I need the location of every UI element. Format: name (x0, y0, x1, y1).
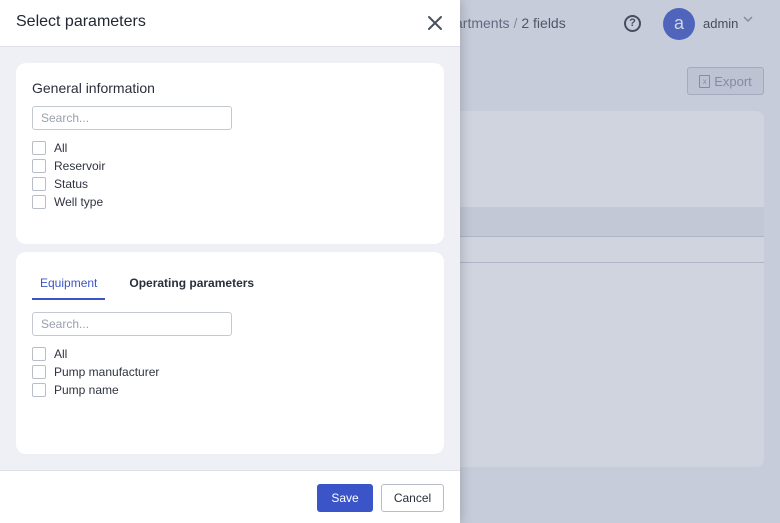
checkbox-well-type[interactable]: Well type (32, 193, 105, 211)
checkbox-icon[interactable] (32, 177, 46, 191)
general-information-card: General information All Reservoir Status… (16, 63, 444, 244)
equipment-card: Equipment Operating parameters All Pump … (16, 252, 444, 454)
close-icon[interactable] (426, 14, 444, 32)
parameter-tabs: Equipment Operating parameters (32, 272, 262, 300)
checkbox-label: All (54, 141, 68, 155)
checkbox-icon[interactable] (32, 141, 46, 155)
checkbox-label: Pump name (54, 383, 119, 397)
equipment-search-input[interactable] (32, 312, 232, 336)
save-button[interactable]: Save (317, 484, 373, 512)
cancel-button[interactable]: Cancel (381, 484, 444, 512)
checkbox-reservoir[interactable]: Reservoir (32, 157, 105, 175)
tab-operating-parameters[interactable]: Operating parameters (121, 272, 262, 300)
modal-header: Select parameters (0, 0, 460, 47)
checkbox-all[interactable]: All (32, 139, 105, 157)
checkbox-label: Pump manufacturer (54, 365, 160, 379)
modal-footer: Save Cancel (0, 470, 460, 523)
checkbox-icon[interactable] (32, 159, 46, 173)
equipment-checklist: All Pump manufacturer Pump name (32, 345, 159, 399)
section-title-general: General information (32, 80, 155, 96)
checkbox-label: Well type (54, 195, 104, 209)
checkbox-pump-name[interactable]: Pump name (32, 381, 159, 399)
modal-title: Select parameters (16, 13, 146, 30)
general-checklist: All Reservoir Status Well type (32, 139, 105, 211)
checkbox-label: Reservoir (54, 159, 106, 173)
checkbox-icon[interactable] (32, 365, 46, 379)
checkbox-all[interactable]: All (32, 345, 159, 363)
tab-equipment[interactable]: Equipment (32, 272, 106, 300)
checkbox-pump-manufacturer[interactable]: Pump manufacturer (32, 363, 159, 381)
checkbox-icon[interactable] (32, 347, 46, 361)
general-search-input[interactable] (32, 106, 232, 130)
checkbox-status[interactable]: Status (32, 175, 105, 193)
select-parameters-modal: Select parameters General information Al… (0, 0, 460, 523)
checkbox-icon[interactable] (32, 195, 46, 209)
checkbox-label: Status (54, 177, 89, 191)
checkbox-label: All (54, 347, 68, 361)
checkbox-icon[interactable] (32, 383, 46, 397)
